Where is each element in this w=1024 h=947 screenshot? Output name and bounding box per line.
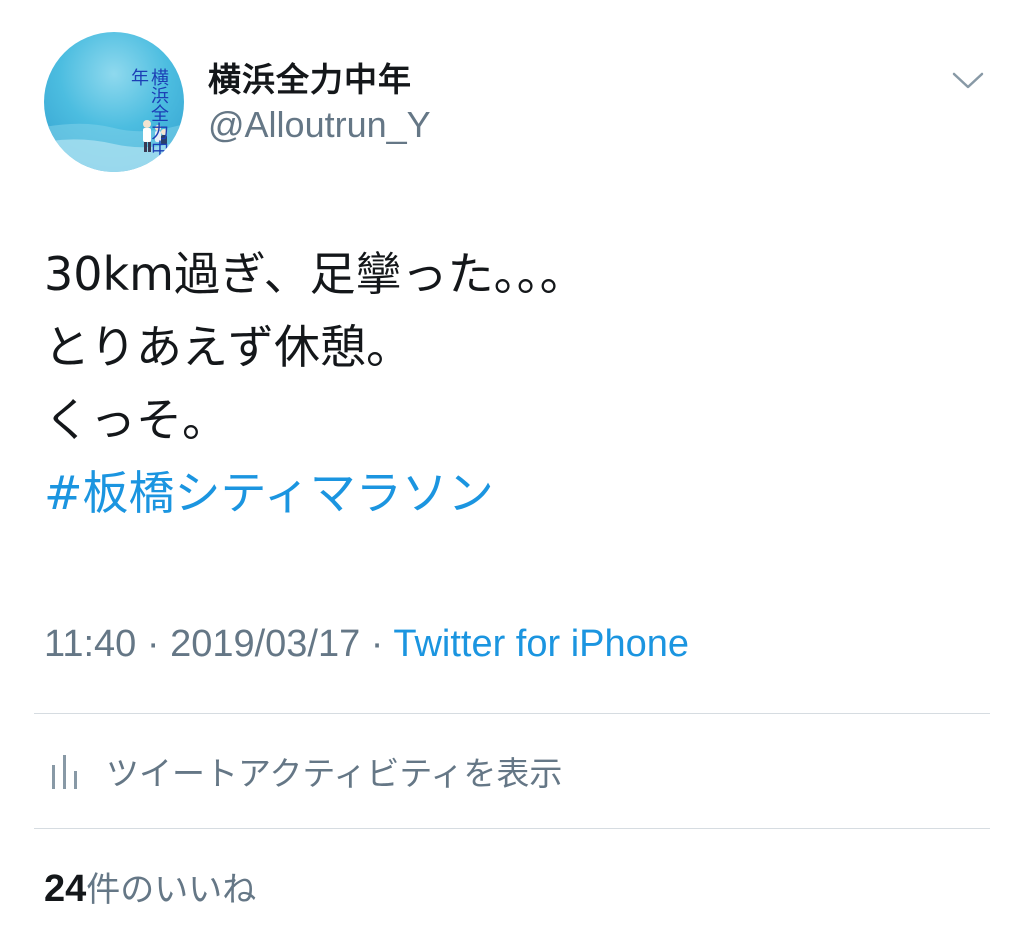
likes-count-link[interactable]: 24件のいいね [44, 862, 256, 911]
meta-separator: · [360, 623, 394, 665]
tweet-activity-label: ツイートアクティビティを表示 [106, 754, 563, 793]
tweet-line-1: 30km過ぎ、足攣った。。。 [44, 247, 586, 301]
user-handle[interactable]: @Alloutrun_Y [208, 104, 431, 146]
avatar-label: 横浜全力中年 [128, 68, 169, 158]
tweet-date: 2019/03/17 [170, 623, 361, 665]
divider [34, 713, 990, 714]
meta-separator: · [136, 623, 171, 665]
avatar[interactable]: 横浜全力中年 [44, 32, 184, 172]
tweet-text: 30km過ぎ、足攣った。。。 とりあえず休憩。 くっそ。 #板橋シティマラソン [44, 238, 586, 530]
tweet-time: 11:40 [44, 623, 137, 665]
bar-chart-icon [52, 755, 77, 789]
tweet-activity-button[interactable]: ツイートアクティビティを表示 [50, 746, 562, 796]
chevron-down-icon[interactable] [950, 68, 986, 92]
divider [34, 828, 990, 829]
display-name[interactable]: 横浜全力中年 [208, 53, 412, 101]
tweet-line-2: とりあえず休憩。 [44, 320, 412, 374]
hashtag-link[interactable]: #板橋シティマラソン [44, 457, 586, 530]
tweet-source-link[interactable]: Twitter for iPhone [393, 623, 689, 665]
likes-label: 件のいいね [86, 870, 257, 910]
likes-count: 24 [44, 868, 87, 910]
tweet-line-3: くっそ。 [44, 393, 228, 447]
tweet-detail: 横浜全力中年 横浜全力中年 @Alloutrun_Y 30km過ぎ、足攣った。。… [0, 0, 1024, 947]
tweet-meta: 11:40 · 2019/03/17 · Twitter for iPhone [44, 623, 689, 666]
